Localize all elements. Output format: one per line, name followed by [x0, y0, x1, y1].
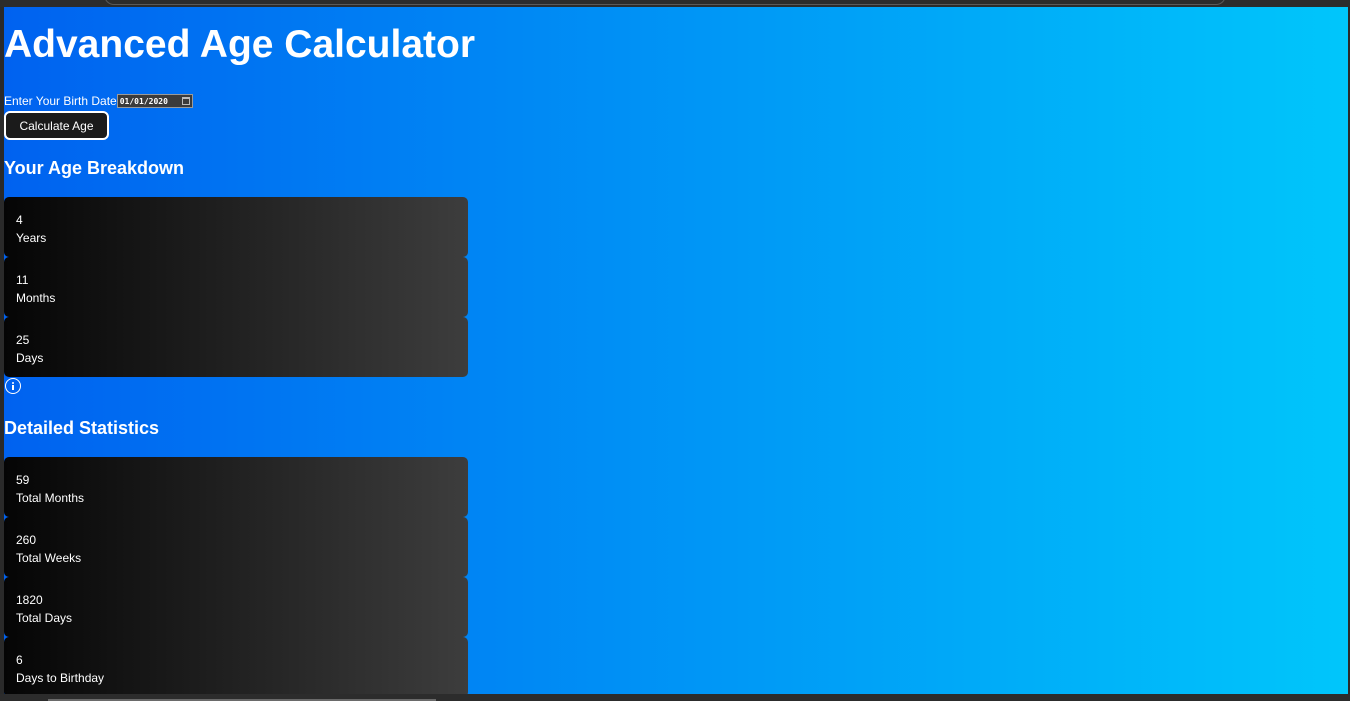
birth-date-value: 01/01/2020 [119, 96, 168, 106]
page-viewport: Advanced Age Calculator Enter Your Birth… [4, 7, 1348, 694]
stat-card-label: Days to Birthday [16, 671, 105, 685]
age-card-years: 4 Years [4, 197, 468, 257]
birth-date-label: Enter Your Birth Date [4, 94, 117, 108]
tab-outline [104, 0, 1226, 5]
stat-card-value: 59 [16, 473, 30, 487]
stat-card-label: Total Days [16, 611, 73, 625]
calendar-icon[interactable] [181, 97, 190, 105]
age-card-value: 4 [16, 213, 23, 227]
stat-card-value: 260 [16, 533, 37, 547]
age-card-value: 11 [16, 273, 29, 287]
calculate-age-button[interactable]: Calculate Age [4, 111, 109, 140]
browser-top-edge [0, 0, 1350, 7]
stat-card-total-weeks: 260 Total Weeks [4, 517, 468, 577]
stat-card-value: 1820 [16, 593, 43, 607]
age-card-value: 25 [16, 333, 30, 347]
stat-card-total-months: 59 Total Months [4, 457, 468, 517]
page-title: Advanced Age Calculator [4, 23, 476, 66]
stat-card-value: 6 [16, 653, 23, 667]
age-card-label: Days [16, 351, 44, 365]
info-icon[interactable] [5, 378, 21, 394]
browser-bottom-edge [0, 694, 1350, 701]
age-card-label: Months [16, 291, 56, 305]
stat-card-total-days: 1820 Total Days [4, 577, 468, 637]
stat-card-label: Total Months [16, 491, 85, 505]
age-card-months: 11 Months [4, 257, 468, 317]
stat-card-label: Total Weeks [16, 551, 82, 565]
stat-card-days-to-birthday: 6 Days to Birthday [4, 637, 468, 694]
age-card-days: 25 Days [4, 317, 468, 377]
age-card-label: Years [16, 231, 47, 245]
birth-date-input[interactable]: 01/01/2020 [116, 94, 193, 108]
age-breakdown-heading: Your Age Breakdown [4, 158, 185, 178]
detailed-statistics-heading: Detailed Statistics [4, 418, 160, 438]
birth-date-row: Enter Your Birth Date 01/01/2020 [4, 94, 193, 108]
